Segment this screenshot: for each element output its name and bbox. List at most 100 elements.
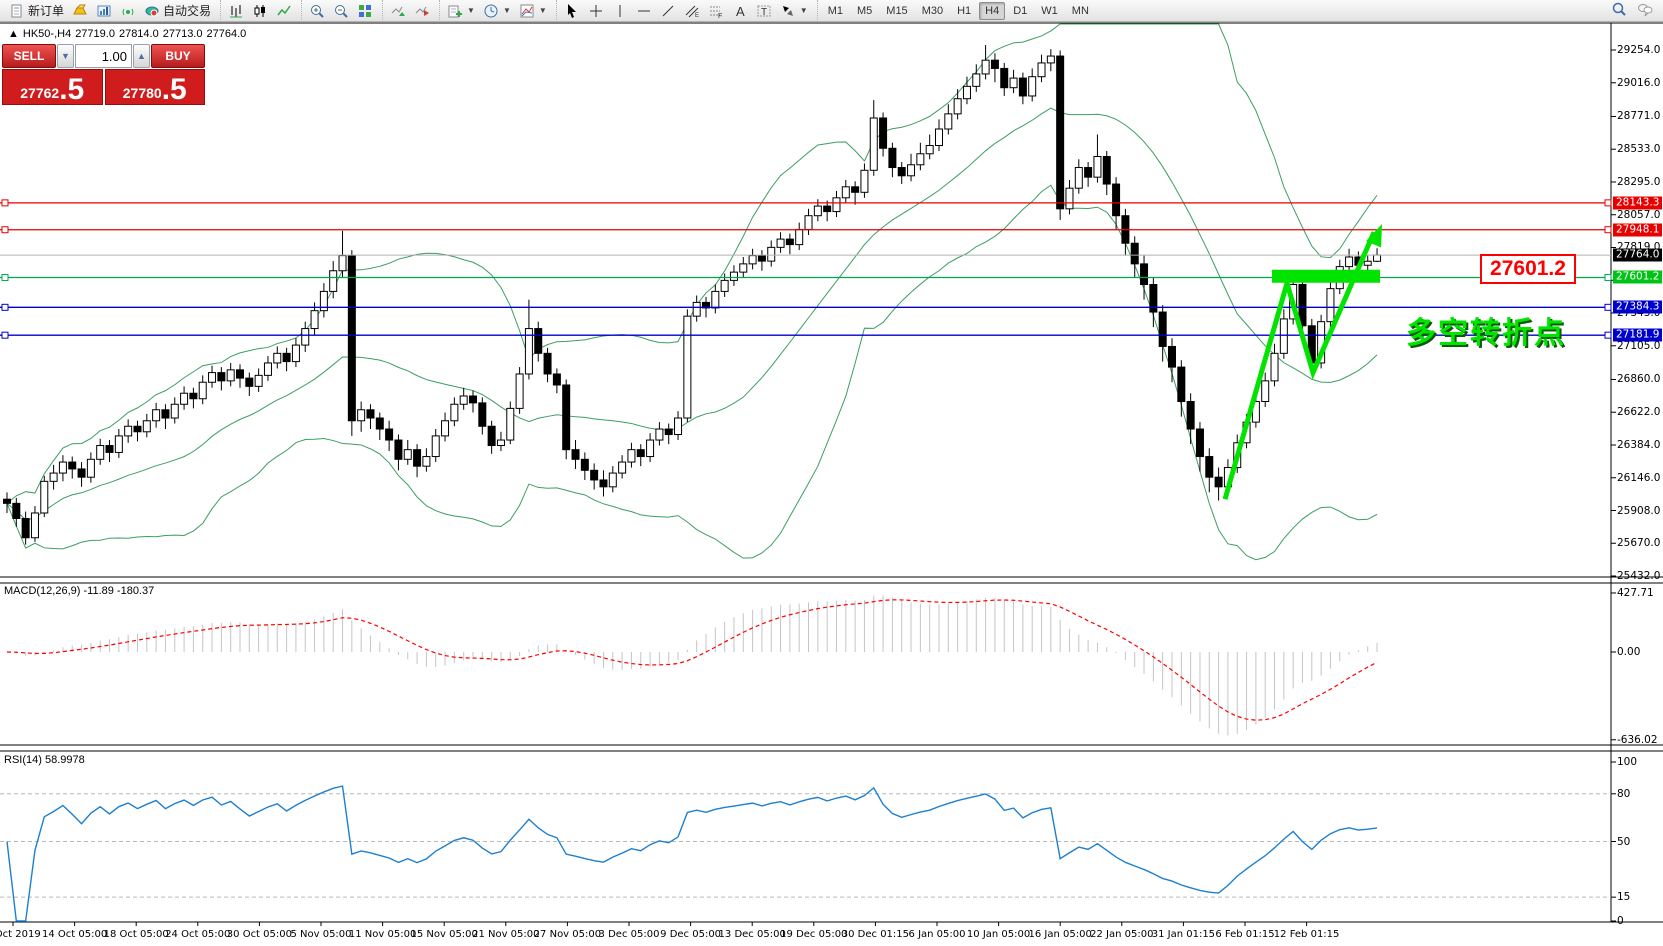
candle [963,86,970,98]
candle [339,256,346,271]
candle [1327,289,1334,322]
candle [218,373,225,381]
sell-price-box[interactable]: 27762.5 [2,69,103,105]
symbol-ohlc-header: ▲HK50-,H427719.027814.027713.027764.0 [8,28,250,40]
hline-handle[interactable] [2,227,8,233]
candle [954,99,961,114]
hline-handle[interactable] [2,274,8,280]
candle [134,426,141,432]
candle [69,462,76,469]
price-tick-label: 26384.0 [1617,439,1660,451]
candle [628,450,635,462]
candle [1206,457,1213,478]
candle [22,518,29,537]
candle [115,436,122,453]
hline-handle[interactable] [1605,200,1611,206]
price-tick-label: 28771.0 [1617,110,1660,122]
candle [1196,429,1203,457]
buy-price-box[interactable]: 27780.5 [105,69,206,105]
candle [833,198,840,212]
candle [908,165,915,176]
candle [1271,353,1278,381]
candle [917,154,924,165]
price-tick-label: 28057.0 [1617,209,1660,221]
candle [758,256,765,262]
volume-input[interactable] [75,44,132,68]
candle [1215,477,1222,487]
candle [348,256,355,421]
hline-handle[interactable] [2,332,8,338]
candle [973,74,980,86]
price-tick-label: 28295.0 [1617,176,1660,188]
time-label: 8 Oct 2019 [0,929,41,940]
candle [936,129,943,146]
buy-button[interactable]: BUY [151,44,205,68]
time-label: 24 Oct 05:00 [165,929,230,940]
candle [777,239,784,247]
candle [693,302,700,316]
price-tag-blue: 27181.9 [1613,329,1662,342]
candle [684,316,691,418]
candle [460,396,467,404]
candle [255,375,262,386]
price-tag-red: 27948.1 [1613,223,1662,236]
hline-handle[interactable] [1605,227,1611,233]
hline-handle[interactable] [1605,274,1611,280]
candle [1085,168,1092,178]
time-label: 6 Jan 05:00 [909,929,966,940]
candle [302,329,309,346]
candle [600,480,607,487]
candle [78,469,85,477]
candle [1169,346,1176,367]
candle [507,408,514,440]
candle [712,291,719,308]
rsi-indicator-label: RSI(14) 58.9978 [4,754,85,766]
chart-canvas[interactable] [0,0,1663,946]
candle [1066,188,1073,209]
candle [292,345,299,362]
candle [1075,168,1082,189]
price-tick-label: 29254.0 [1617,44,1660,56]
time-label: 30 Dec 01:15 [842,929,909,940]
candle [572,450,579,460]
hline-handle[interactable] [2,200,8,206]
candle [367,410,374,418]
candle [488,426,495,445]
hline-handle[interactable] [1605,332,1611,338]
candle [153,410,160,421]
collapse-arrow-icon[interactable]: ▲ [8,28,19,40]
rsi-tick-label: 80 [1617,788,1630,800]
time-label: 22 Jan 05:00 [1090,929,1153,940]
candle [1010,78,1017,88]
candle [87,459,94,477]
turning-point-annotation: 多空转折点 [1406,308,1566,352]
time-label: 31 Jan 01:15 [1152,929,1215,940]
candle [376,418,383,429]
macd-tick-label: 0.00 [1617,646,1640,658]
candle [395,440,402,459]
candle [143,421,150,432]
candle [991,60,998,68]
candle [945,114,952,129]
sell-button[interactable]: SELL [2,44,56,68]
candle [1057,56,1064,209]
hline-handle[interactable] [2,304,8,310]
candle [404,450,411,460]
hline-handle[interactable] [1605,304,1611,310]
candle [675,418,682,435]
candle [442,421,449,436]
candle [1178,367,1185,401]
candle [1374,255,1381,261]
candle [581,459,588,470]
volume-increase-button[interactable]: ▲ [133,44,150,68]
price-tag-red: 28143.3 [1613,196,1662,209]
rsi-line [7,786,1377,921]
candle [13,503,20,518]
candle [1131,243,1138,264]
volume-decrease-button[interactable]: ▼ [57,44,74,68]
candle [730,272,737,280]
support-price-callout[interactable]: 27601.2 [1480,254,1576,284]
one-click-trading-panel: SELL ▼ ▲ BUY 27762.5 27780.5 [2,44,205,105]
candle [181,393,188,404]
rsi-tick-label: 15 [1617,891,1630,903]
